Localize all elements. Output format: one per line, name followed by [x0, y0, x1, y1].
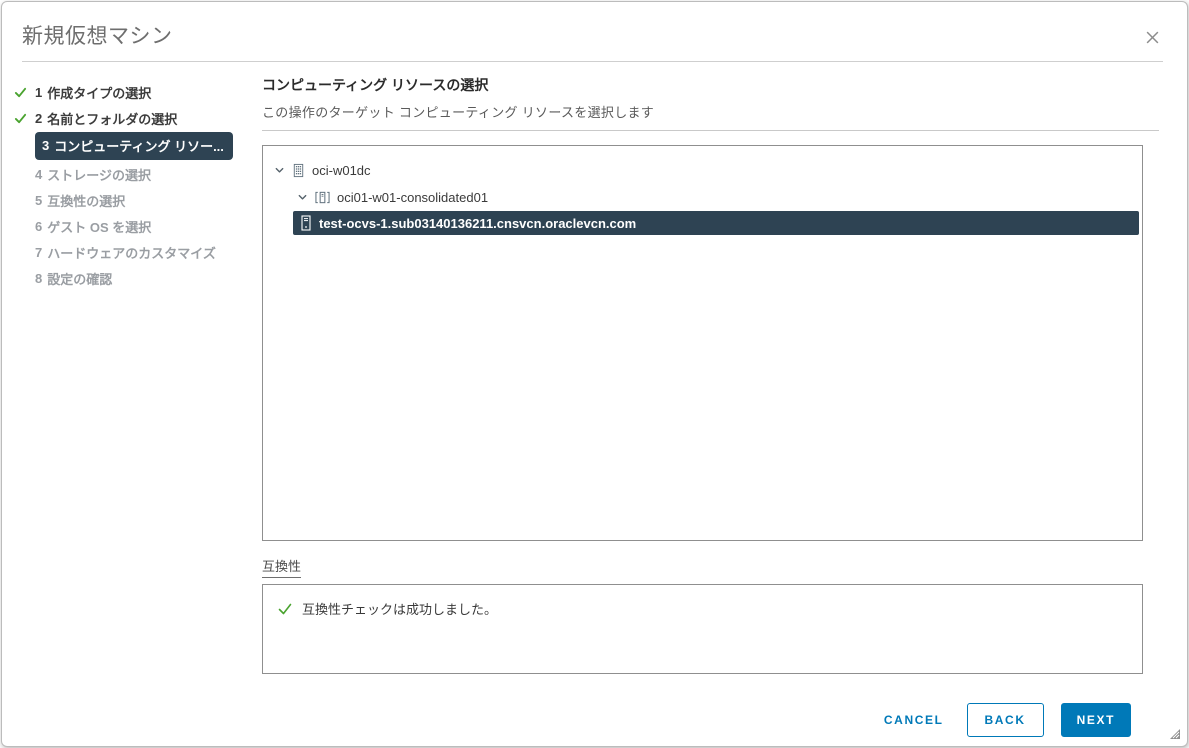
- cancel-button[interactable]: CANCEL: [878, 704, 950, 736]
- tree-item-label: oci-w01dc: [312, 163, 371, 178]
- step-number: 2: [35, 110, 43, 126]
- step-customize-hardware: 7 ハードウェアのカスタマイズ: [14, 239, 242, 265]
- chevron-down-icon[interactable]: [295, 192, 309, 203]
- close-button[interactable]: [1143, 28, 1161, 46]
- chevron-down-icon[interactable]: [272, 165, 286, 176]
- step-label: 作成タイプの選択: [47, 85, 152, 101]
- next-button[interactable]: NEXT: [1060, 703, 1131, 737]
- compatibility-message-row: 互換性チェックは成功しました。: [277, 599, 1128, 618]
- close-icon: [1145, 31, 1160, 48]
- step-label: 設定の確認: [47, 271, 113, 287]
- step-label: ゲスト OS を選択: [47, 219, 152, 235]
- step-compatibility: 5 互換性の選択: [14, 187, 242, 213]
- content-divider: [262, 130, 1159, 131]
- compatibility-message: 互換性チェックは成功しました。: [302, 602, 498, 617]
- step-name-folder[interactable]: 2 名前とフォルダの選択: [14, 105, 242, 131]
- compute-resource-tree: oci-w01dc oci01-w01-consolidated01 test-…: [262, 145, 1143, 541]
- new-vm-wizard-dialog: 新規仮想マシン 1 作成タイプの選択 2 名前とフォルダの選択 3 コンピューテ…: [1, 1, 1188, 747]
- wizard-step-list: 1 作成タイプの選択 2 名前とフォルダの選択 3 コンピューティング リソー.…: [2, 62, 242, 746]
- tree-item-label: oci01-w01-consolidated01: [337, 190, 489, 205]
- success-check-icon: [277, 601, 293, 617]
- step-number: 6: [35, 218, 43, 234]
- dialog-footer: CANCEL BACK NEXT: [262, 703, 1131, 737]
- tree-item-datacenter[interactable]: oci-w01dc: [263, 157, 1142, 184]
- step-number: 3: [42, 138, 50, 153]
- compatibility-box: 互換性チェックは成功しました。: [262, 584, 1143, 674]
- main-pane: コンピューティング リソースの選択 この操作のターゲット コンピューティング リ…: [242, 62, 1187, 746]
- dialog-header: 新規仮想マシン: [2, 2, 1187, 62]
- tree-item-host[interactable]: test-ocvs-1.sub03140136211.cnsvcn.oracle…: [293, 211, 1139, 235]
- active-step-badge: 3 コンピューティング リソー...: [35, 132, 233, 160]
- step-number: 4: [35, 166, 43, 182]
- step-number: 8: [35, 270, 43, 286]
- step-guest-os: 6 ゲスト OS を選択: [14, 213, 242, 239]
- step-number: 1: [35, 84, 43, 100]
- step-label: コンピューティング リソー...: [54, 139, 224, 154]
- step-storage: 4 ストレージの選択: [14, 161, 242, 187]
- page-subtitle: この操作のターゲット コンピューティング リソースを選択します: [262, 105, 655, 120]
- check-icon: [14, 112, 35, 125]
- step-label: ハードウェアのカスタマイズ: [47, 245, 216, 261]
- step-label: 名前とフォルダの選択: [47, 111, 178, 127]
- host-icon: [300, 215, 312, 231]
- step-compute-resource[interactable]: 3 コンピューティング リソー...: [14, 132, 242, 160]
- resize-handle[interactable]: [1169, 728, 1181, 740]
- step-number: 5: [35, 192, 43, 208]
- back-button[interactable]: BACK: [966, 703, 1044, 737]
- header-divider: [22, 61, 1163, 62]
- tree-item-cluster[interactable]: oci01-w01-consolidated01: [263, 184, 1142, 211]
- check-icon: [14, 86, 35, 99]
- compatibility-label: 互換性: [262, 556, 302, 578]
- step-review: 8 設定の確認: [14, 265, 242, 291]
- step-label: ストレージの選択: [47, 167, 151, 183]
- tree-item-label: test-ocvs-1.sub03140136211.cnsvcn.oracle…: [319, 215, 637, 231]
- datacenter-icon: [291, 163, 306, 178]
- compatibility-section: 互換性: [262, 556, 1159, 578]
- dialog-body: 1 作成タイプの選択 2 名前とフォルダの選択 3 コンピューティング リソー.…: [2, 62, 1187, 746]
- step-number: 7: [35, 244, 43, 260]
- dialog-title: 新規仮想マシン: [22, 25, 173, 48]
- step-label: 互換性の選択: [47, 193, 126, 209]
- cluster-icon: [314, 190, 331, 205]
- step-create-type[interactable]: 1 作成タイプの選択: [14, 79, 242, 105]
- page-title: コンピューティング リソースの選択: [262, 77, 489, 93]
